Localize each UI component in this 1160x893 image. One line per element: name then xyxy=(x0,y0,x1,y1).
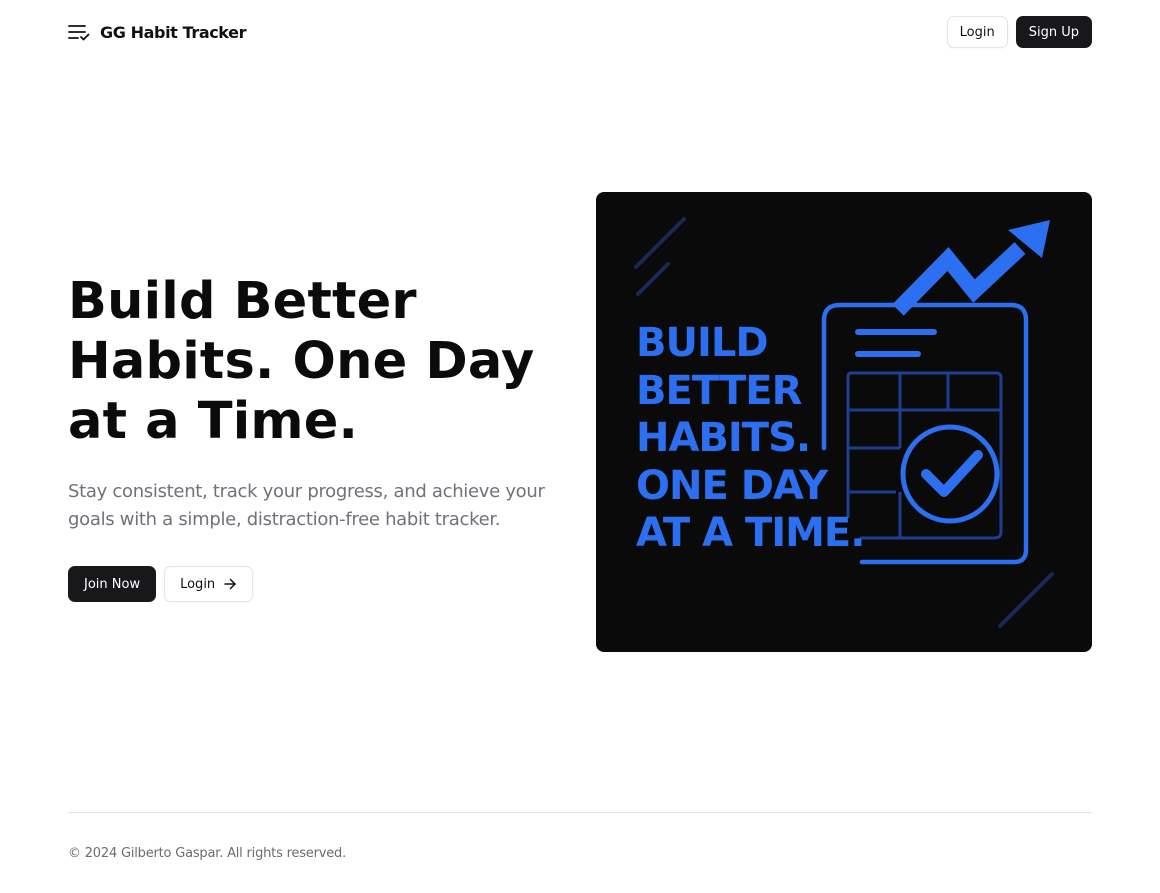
illustration-line-1: BUILD xyxy=(636,320,769,366)
illustration-headline: BUILD BETTER HABITS. ONE DAY AT A TIME. xyxy=(636,320,865,558)
join-now-button[interactable]: Join Now xyxy=(68,566,157,602)
join-now-label: Join Now xyxy=(84,576,141,592)
header-signup-button[interactable]: Sign Up xyxy=(1015,16,1092,48)
hero-illustration: BUILD BETTER HABITS. ONE DAY AT A TIME. xyxy=(596,192,1092,652)
header-login-button[interactable]: Login xyxy=(946,16,1008,48)
site-header: GG Habit Tracker Login Sign Up xyxy=(68,16,1092,48)
hero-title-line-1: Build Better xyxy=(68,272,417,331)
list-check-icon xyxy=(68,25,90,41)
brand[interactable]: GG Habit Tracker xyxy=(68,23,246,42)
hero-cta-group: Join Now Login xyxy=(68,566,568,602)
trend-arrow-icon xyxy=(892,220,1050,316)
footer-copyright: © 2024 Gilberto Gaspar. All rights reser… xyxy=(68,846,347,861)
check-circle-icon xyxy=(900,424,1000,524)
hero-login-button[interactable]: Login xyxy=(164,566,254,602)
illustration-line-3: HABITS. xyxy=(636,415,811,461)
brand-name: GG Habit Tracker xyxy=(100,22,247,42)
arrow-right-icon xyxy=(224,578,236,590)
illustration-line-5: AT A TIME. xyxy=(636,510,865,556)
hero-title-line-2: Habits. One Day xyxy=(68,332,535,391)
hero-section: Build Better Habits. One Day at a Time. … xyxy=(68,272,568,602)
illustration-line-2: BETTER xyxy=(636,367,802,414)
hero-title: Build Better Habits. One Day at a Time. xyxy=(68,272,568,452)
hero-login-label: Login xyxy=(180,576,216,592)
header-nav: Login Sign Up xyxy=(946,16,1092,48)
footer-divider xyxy=(68,812,1092,813)
illustration-line-4: ONE DAY xyxy=(636,462,828,509)
hero-title-line-3: at a Time. xyxy=(68,392,359,451)
hero-subtitle: Stay consistent, track your progress, an… xyxy=(68,481,545,530)
